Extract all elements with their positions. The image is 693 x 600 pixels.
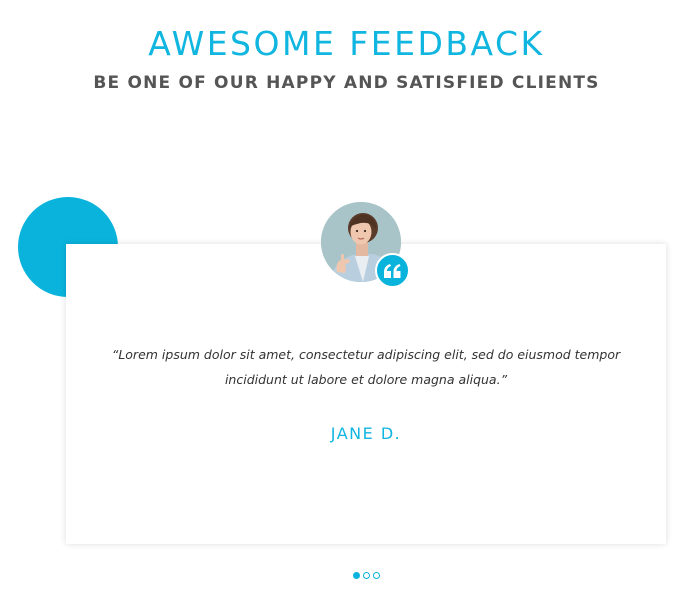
quote-icon — [384, 263, 401, 278]
testimonial-card — [66, 244, 666, 544]
carousel-dot-2[interactable] — [363, 572, 370, 579]
section-title: AWESOME FEEDBACK — [148, 24, 545, 63]
quote-badge — [375, 253, 410, 288]
testimonial-quote: “Lorem ipsum dolor sit amet, consectetur… — [111, 347, 621, 387]
testimonial-author: JANE D. — [330, 424, 402, 443]
carousel-dot-1[interactable] — [353, 572, 360, 579]
carousel-pagination — [0, 572, 693, 579]
carousel-dot-3[interactable] — [373, 572, 380, 579]
section-subtitle: BE ONE OF OUR HAPPY AND SATISFIED CLIENT… — [93, 73, 600, 93]
